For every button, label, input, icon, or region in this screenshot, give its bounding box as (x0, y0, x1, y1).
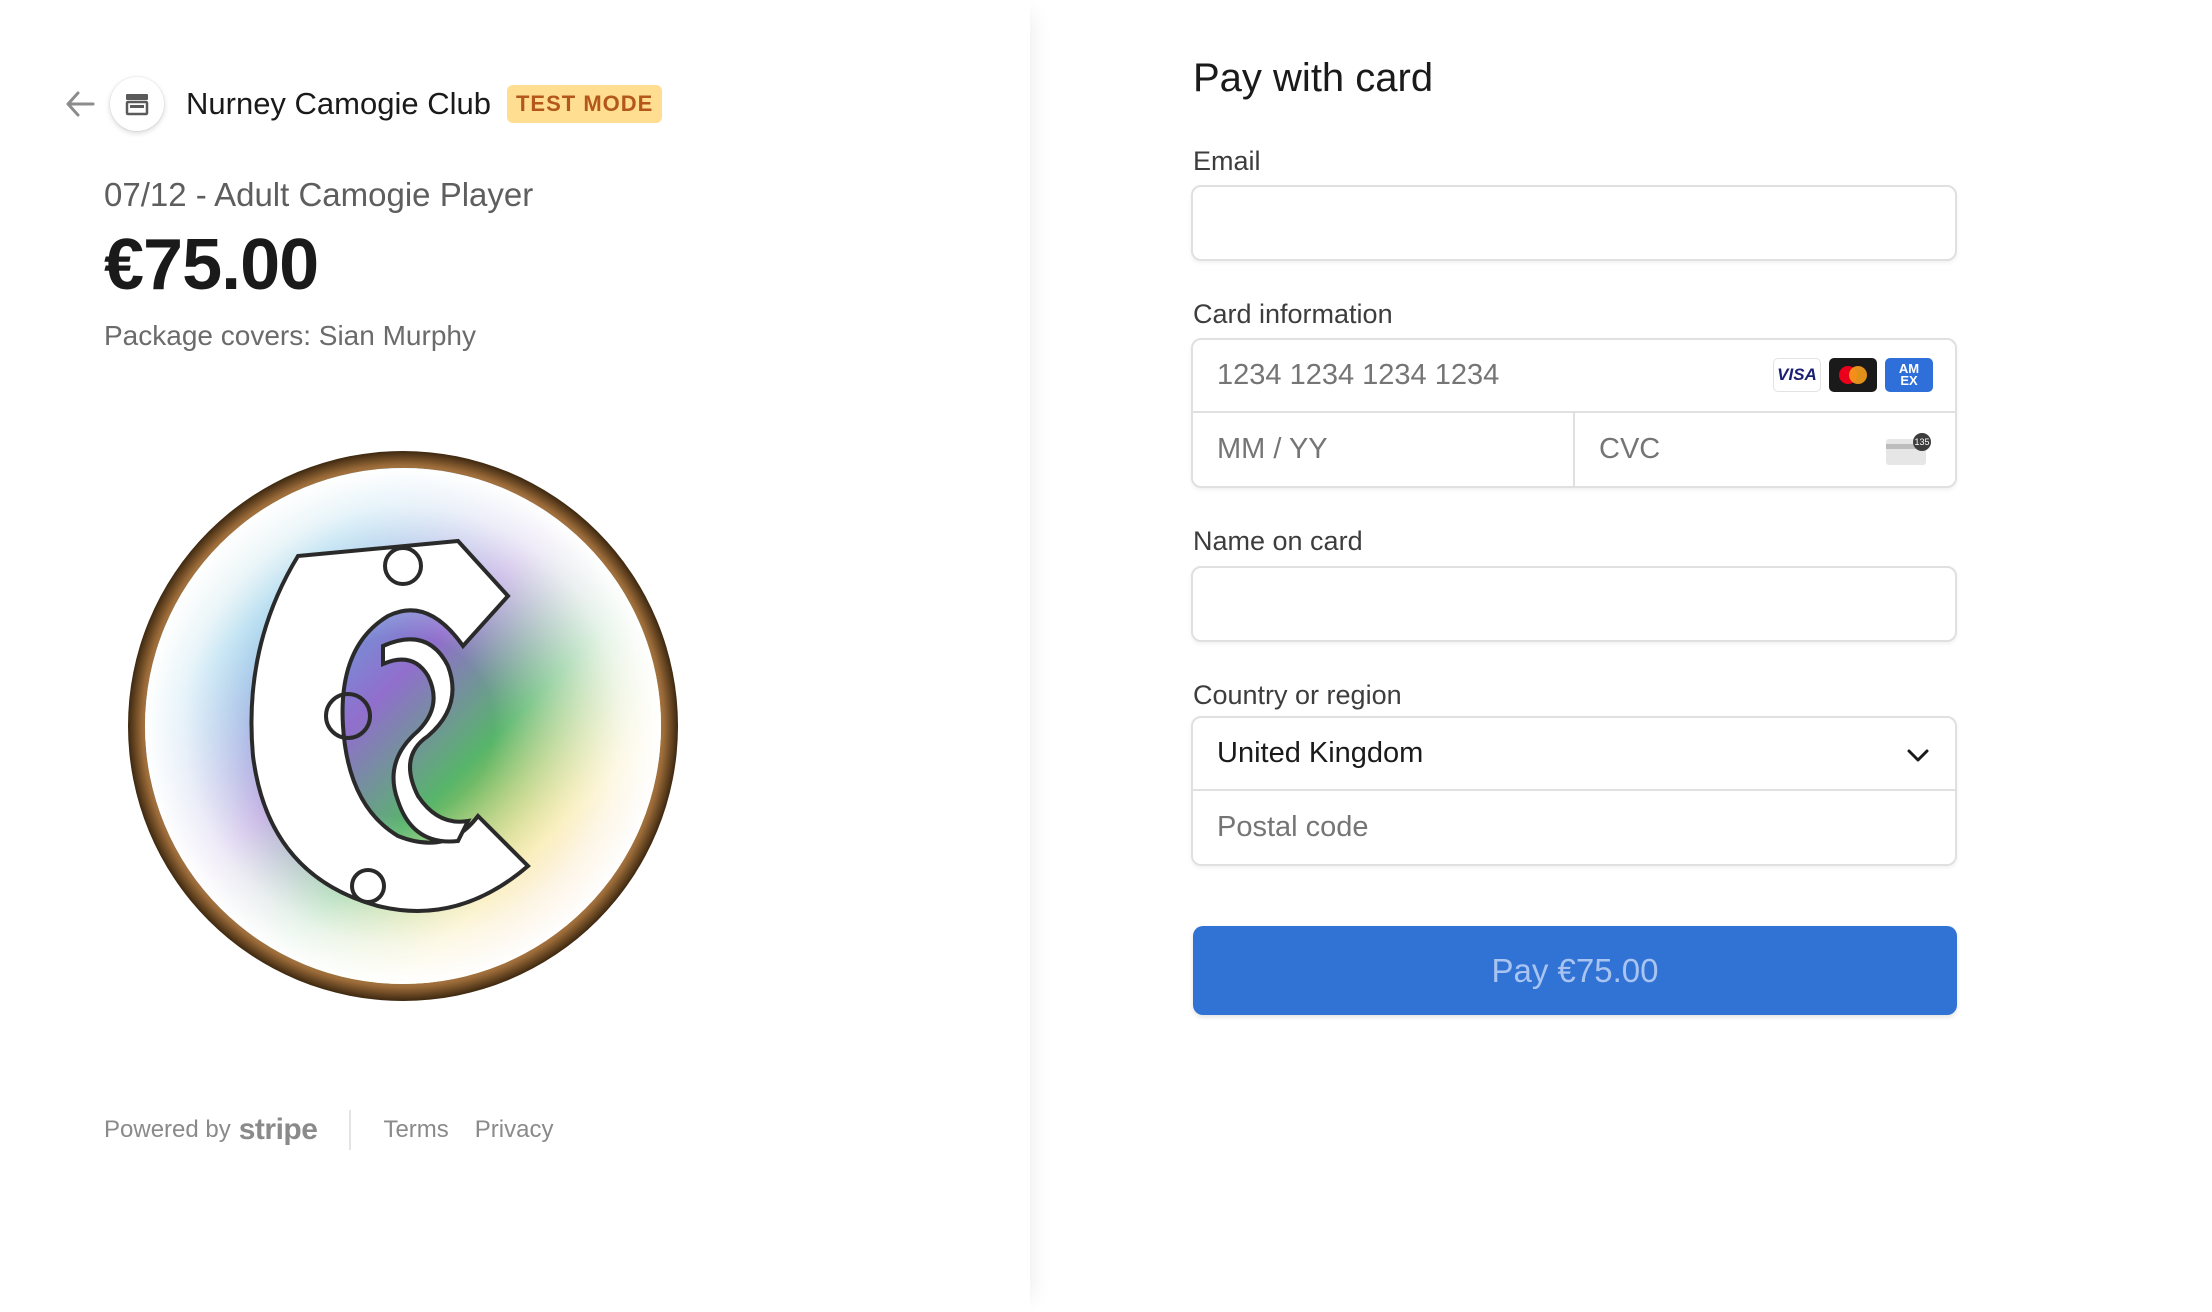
expiry-cell (1193, 413, 1575, 486)
product-description: Package covers: Sian Murphy (104, 320, 476, 351)
country-label: Country or region (1193, 680, 1402, 710)
pay-button[interactable]: Pay €75.00 (1193, 926, 1957, 1015)
back-arrow-icon[interactable] (60, 84, 100, 124)
postal-code-input[interactable] (1193, 791, 1955, 864)
store-icon (110, 77, 164, 131)
email-field[interactable] (1193, 187, 1955, 259)
stripe-logo: stripe (238, 1113, 318, 1146)
powered-by-stripe[interactable]: Powered by stripe (104, 1113, 318, 1147)
product-price: €75.00 (104, 225, 319, 305)
pay-with-card-title: Pay with card (1193, 56, 1434, 100)
expiry-input[interactable] (1193, 413, 1573, 486)
card-information-label: Card information (1193, 299, 1393, 329)
powered-by-label: Powered by (104, 1116, 231, 1143)
email-label: Email (1193, 146, 1261, 176)
order-summary-panel: Nurney Camogie Club TEST MODE 07/12 - Ad… (0, 0, 1030, 1312)
mastercard-icon (1829, 358, 1877, 392)
merchant-name: Nurney Camogie Club (186, 86, 491, 121)
merchant-header: Nurney Camogie Club TEST MODE (60, 62, 663, 146)
cvc-card-icon: 135 (1885, 433, 1933, 467)
card-brands: VISA AM EX (1773, 358, 1933, 392)
camogie-logo-image (128, 446, 678, 1001)
amex-icon: AM EX (1885, 358, 1933, 392)
cvc-input[interactable] (1575, 413, 1875, 486)
name-on-card-label: Name on card (1193, 526, 1363, 556)
visa-icon: VISA (1773, 358, 1821, 392)
cvc-icon-digits: 135 (1914, 437, 1929, 447)
cvc-cell: 135 (1575, 413, 1955, 486)
country-select[interactable]: United Kingdom (1193, 718, 1955, 791)
terms-link[interactable]: Terms (383, 1116, 448, 1144)
footer: Powered by stripe Terms Privacy (104, 1110, 579, 1150)
card-number-input[interactable] (1193, 340, 1753, 411)
name-on-card-field[interactable] (1193, 568, 1955, 640)
email-field-container (1191, 185, 1957, 261)
postal-code-row (1193, 791, 1955, 864)
privacy-link[interactable]: Privacy (475, 1116, 554, 1144)
name-on-card-container (1191, 566, 1957, 642)
card-information-group: VISA AMEX 135 (1191, 338, 1957, 488)
chevron-down-icon (1907, 749, 1929, 762)
test-mode-badge: TEST MODE (506, 85, 663, 123)
address-group: United Kingdom (1191, 716, 1957, 866)
footer-divider (349, 1110, 352, 1150)
product-name: 07/12 - Adult Camogie Player (104, 176, 534, 213)
card-number-row: VISA AMEX (1193, 340, 1955, 413)
country-value: United Kingdom (1217, 737, 1424, 769)
